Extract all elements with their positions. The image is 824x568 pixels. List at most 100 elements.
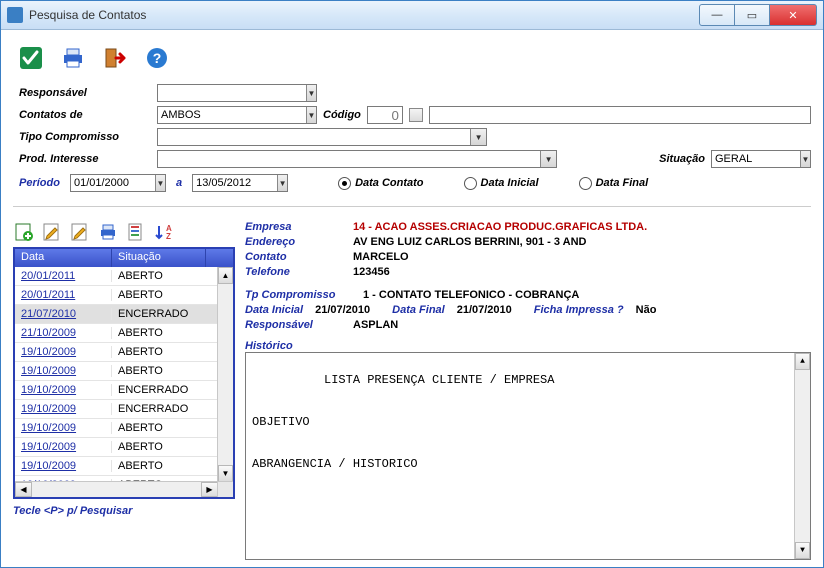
responsavel-select[interactable]: ▼: [157, 84, 317, 102]
sort-button[interactable]: AZ: [153, 221, 175, 243]
cell-data: 19/10/2009: [15, 460, 112, 472]
radio-data-contato[interactable]: Data Contato: [338, 177, 423, 190]
chevron-down-icon[interactable]: ▼: [470, 129, 486, 145]
print-button[interactable]: [59, 44, 87, 72]
cell-data: 20/01/2011: [15, 289, 112, 301]
cell-data: 19/10/2009: [15, 346, 112, 358]
edit-icon: [42, 222, 62, 242]
table-row[interactable]: 19/10/2009ABERTO: [15, 457, 218, 476]
export-button[interactable]: [125, 221, 147, 243]
table-row[interactable]: 19/10/2009ABERTO: [15, 438, 218, 457]
codigo-input[interactable]: [367, 106, 403, 124]
minimize-button[interactable]: —: [699, 4, 735, 26]
periodo-a-label: a: [176, 177, 182, 189]
export-icon: [126, 222, 146, 242]
chevron-down-icon[interactable]: ▼: [800, 151, 810, 167]
close-button[interactable]: ✕: [770, 4, 817, 26]
chevron-down-icon[interactable]: ▼: [306, 85, 316, 101]
responsavel-detail-value: ASPLAN: [353, 319, 398, 331]
table-row[interactable]: 19/10/2009ABERTO: [15, 419, 218, 438]
radio-data-inicial[interactable]: Data Inicial: [464, 177, 539, 190]
col-data-header[interactable]: Data: [15, 249, 112, 267]
top-toolbar: ?: [17, 44, 811, 72]
cell-data: 19/10/2009: [15, 422, 112, 434]
situacao-input[interactable]: [712, 151, 798, 167]
scroll-down-icon[interactable]: ▼: [218, 465, 233, 482]
cell-data: 19/10/2009: [15, 365, 112, 377]
check-icon: [19, 46, 43, 70]
grid-header: Data Situação: [15, 249, 233, 267]
chevron-down-icon[interactable]: ▼: [540, 151, 556, 167]
prod-interesse-input[interactable]: [158, 151, 538, 167]
contato-label: Contato: [245, 251, 345, 263]
chevron-down-icon[interactable]: ▼: [277, 175, 287, 191]
new-button[interactable]: [13, 221, 35, 243]
edit2-button[interactable]: [69, 221, 91, 243]
situacao-label: Situação: [659, 153, 705, 165]
cell-situacao: ENCERRADO: [112, 308, 218, 320]
results-grid[interactable]: Data Situação 20/01/2011ABERTO20/01/2011…: [13, 247, 235, 499]
historico-scrollbar[interactable]: ▲ ▼: [794, 353, 810, 559]
table-row[interactable]: 21/07/2010ENCERRADO: [15, 305, 218, 324]
grid-print-button[interactable]: [97, 221, 119, 243]
codigo-text-input[interactable]: [429, 106, 811, 124]
radio-icon: [579, 177, 592, 190]
radio-icon: [338, 177, 351, 190]
empresa-label: Empresa: [245, 221, 345, 233]
grid-hint: Tecle <P> p/ Pesquisar: [13, 505, 235, 517]
codigo-lookup-button[interactable]: [409, 108, 423, 122]
details-panel: Empresa 14 - ACAO ASSES.CRIACAO PRODUC.G…: [245, 221, 811, 560]
grid-horizontal-scrollbar[interactable]: ◀ ▶: [15, 481, 218, 497]
cell-data: 21/10/2009: [15, 327, 112, 339]
table-row[interactable]: 19/10/2009ABERTO: [15, 362, 218, 381]
cell-situacao: ABERTO: [112, 346, 218, 358]
contatos-de-input[interactable]: [158, 107, 304, 123]
periodo-from-input[interactable]: ▼: [70, 174, 166, 192]
telefone-label: Telefone: [245, 266, 345, 278]
historico-textarea[interactable]: LISTA PRESENÇA CLIENTE / EMPRESA OBJETIV…: [245, 352, 811, 560]
cell-situacao: ABERTO: [112, 365, 218, 377]
historico-label: Histórico: [245, 340, 811, 352]
chevron-down-icon[interactable]: ▼: [155, 175, 165, 191]
confirm-button[interactable]: [17, 44, 45, 72]
chevron-down-icon[interactable]: ▼: [306, 107, 316, 123]
tipo-compromisso-input[interactable]: [158, 129, 468, 145]
grid-vertical-scrollbar[interactable]: ▲ ▼: [217, 267, 233, 482]
table-row[interactable]: 19/10/2009ENCERRADO: [15, 400, 218, 419]
cell-situacao: ABERTO: [112, 289, 218, 301]
periodo-label: Período: [19, 177, 60, 189]
edit-button[interactable]: [41, 221, 63, 243]
window-title: Pesquisa de Contatos: [29, 8, 146, 22]
responsavel-label: Responsável: [19, 87, 151, 99]
exit-button[interactable]: [101, 44, 129, 72]
data-inicial-label: Data Inicial: [245, 304, 303, 316]
scroll-up-icon[interactable]: ▲: [795, 353, 810, 370]
scroll-down-icon[interactable]: ▼: [795, 542, 810, 559]
radio-data-final[interactable]: Data Final: [579, 177, 649, 190]
responsavel-input[interactable]: [158, 85, 304, 101]
table-row[interactable]: 21/10/2009ABERTO: [15, 324, 218, 343]
situacao-select[interactable]: ▼: [711, 150, 811, 168]
cell-data: 19/10/2009: [15, 441, 112, 453]
scroll-up-icon[interactable]: ▲: [218, 267, 233, 284]
tipo-compromisso-select[interactable]: ▼: [157, 128, 487, 146]
prod-interesse-select[interactable]: ▼: [157, 150, 557, 168]
table-row[interactable]: 20/01/2011ABERTO: [15, 286, 218, 305]
cell-situacao: ABERTO: [112, 270, 218, 282]
exit-icon: [103, 46, 127, 70]
table-row[interactable]: 19/10/2009ABERTO: [15, 343, 218, 362]
printer-icon: [61, 46, 85, 70]
help-button[interactable]: ?: [143, 44, 171, 72]
tipo-compromisso-label: Tipo Compromisso: [19, 131, 151, 143]
scroll-right-icon[interactable]: ▶: [201, 482, 218, 497]
empresa-value: 14 - ACAO ASSES.CRIACAO PRODUC.GRAFICAS …: [353, 221, 647, 233]
contato-value: MARCELO: [353, 251, 409, 263]
table-row[interactable]: 19/10/2009ENCERRADO: [15, 381, 218, 400]
maximize-button[interactable]: ▭: [735, 4, 770, 26]
scroll-left-icon[interactable]: ◀: [15, 482, 32, 497]
cell-data: 19/10/2009: [15, 384, 112, 396]
contatos-de-select[interactable]: ▼: [157, 106, 317, 124]
periodo-to-input[interactable]: ▼: [192, 174, 288, 192]
col-situacao-header[interactable]: Situação: [112, 249, 206, 267]
table-row[interactable]: 20/01/2011ABERTO: [15, 267, 218, 286]
